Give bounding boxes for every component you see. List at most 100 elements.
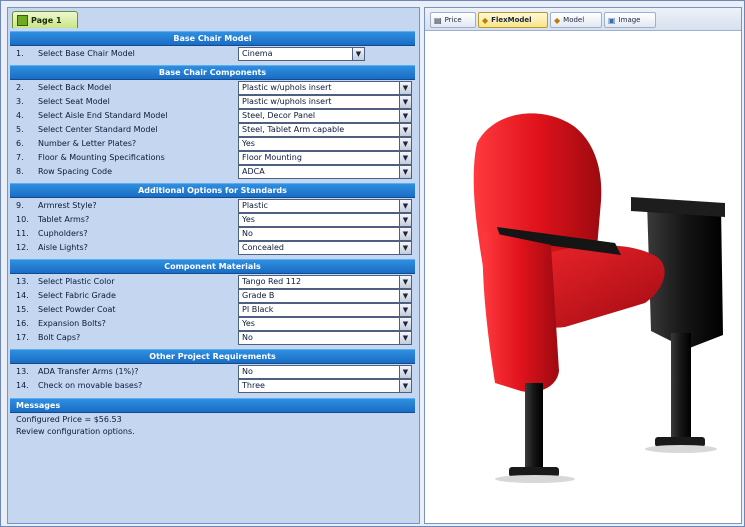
form-row: 13. ADA Transfer Arms (1%)? No ▼ xyxy=(16,365,414,379)
price-icon: ▤ xyxy=(434,15,442,25)
form-row: 14. Check on movable bases? Three ▼ xyxy=(16,379,414,393)
chevron-down-icon[interactable]: ▼ xyxy=(399,242,411,254)
base-chair-model-select[interactable]: Cinema ▼ xyxy=(238,47,365,61)
tablet-arms-select[interactable]: Yes ▼ xyxy=(238,213,412,227)
chevron-down-icon[interactable]: ▼ xyxy=(399,290,411,302)
row-number: 13. xyxy=(16,277,29,286)
review-message: Review configuration options. xyxy=(16,427,135,436)
form-row: 11. Cupholders? No ▼ xyxy=(16,227,414,241)
form-row: 1. Select Base Chair Model Cinema ▼ xyxy=(16,47,414,61)
tab-price[interactable]: ▤ Price xyxy=(430,12,476,28)
row-label: Select Center Standard Model xyxy=(38,125,158,134)
tab-model-label: Model xyxy=(563,16,585,24)
tab-page-1[interactable]: Page 1 xyxy=(12,11,78,28)
chevron-down-icon[interactable]: ▼ xyxy=(399,96,411,108)
select-value: ADCA xyxy=(242,167,265,176)
select-value: Floor Mounting xyxy=(242,153,302,162)
number-letter-plates-select[interactable]: Yes ▼ xyxy=(238,137,412,151)
chevron-down-icon[interactable]: ▼ xyxy=(399,110,411,122)
chevron-down-icon[interactable]: ▼ xyxy=(399,124,411,136)
armrest-style-select[interactable]: Plastic ▼ xyxy=(238,199,412,213)
seat-model-select[interactable]: Plastic w/uphols insert ▼ xyxy=(238,95,412,109)
fabric-grade-select[interactable]: Grade B ▼ xyxy=(238,289,412,303)
row-label: Select Powder Coat xyxy=(38,305,116,314)
center-standard-select[interactable]: Steel, Tablet Arm capable ▼ xyxy=(238,123,412,137)
model-icon: ◆ xyxy=(554,15,561,25)
page-tab-bar: Page 1 xyxy=(8,8,419,30)
back-model-select[interactable]: Plastic w/uphols insert ▼ xyxy=(238,81,412,95)
chevron-down-icon[interactable]: ▼ xyxy=(399,332,411,344)
form-row: 6. Number & Letter Plates? Yes ▼ xyxy=(16,137,414,151)
form-row: 3. Select Seat Model Plastic w/uphols in… xyxy=(16,95,414,109)
aisle-lights-select[interactable]: Concealed ▼ xyxy=(238,241,412,255)
row-number: 15. xyxy=(16,305,29,314)
plastic-color-select[interactable]: Tango Red 112 ▼ xyxy=(238,275,412,289)
row-number: 10. xyxy=(16,215,29,224)
section-base-chair-components: Base Chair Components xyxy=(10,65,415,80)
bolt-caps-select[interactable]: No ▼ xyxy=(238,331,412,345)
floor-mounting-select[interactable]: Floor Mounting ▼ xyxy=(238,151,412,165)
row-label: Cupholders? xyxy=(38,229,88,238)
chair-model-viewer[interactable] xyxy=(425,31,741,523)
cupholders-select[interactable]: No ▼ xyxy=(238,227,412,241)
row-label: Select Seat Model xyxy=(38,97,110,106)
configurator-panel: Page 1 Base Chair Model 1. Select Base C… xyxy=(7,7,420,524)
row-label: Select Plastic Color xyxy=(38,277,115,286)
select-value: Cinema xyxy=(242,49,273,58)
tab-flexmodel[interactable]: ◆ FlexModel xyxy=(478,12,548,28)
form-row: 4. Select Aisle End Standard Model Steel… xyxy=(16,109,414,123)
row-label: Row Spacing Code xyxy=(38,167,113,176)
form-row: 15. Select Powder Coat PI Black ▼ xyxy=(16,303,414,317)
chevron-down-icon[interactable]: ▼ xyxy=(399,304,411,316)
select-value: Plastic xyxy=(242,201,268,210)
row-number: 11. xyxy=(16,229,29,238)
section-messages: Messages xyxy=(10,398,415,413)
row-number: 16. xyxy=(16,319,29,328)
tab-model[interactable]: ◆ Model xyxy=(550,12,602,28)
chevron-down-icon[interactable]: ▼ xyxy=(399,200,411,212)
image-icon: ▣ xyxy=(608,15,616,25)
tab-image[interactable]: ▣ Image xyxy=(604,12,656,28)
expansion-bolts-select[interactable]: Yes ▼ xyxy=(238,317,412,331)
form-row: 2. Select Back Model Plastic w/uphols in… xyxy=(16,81,414,95)
chevron-down-icon[interactable]: ▼ xyxy=(399,318,411,330)
row-number: 12. xyxy=(16,243,29,252)
viewer-panel: ▤ Price ◆ FlexModel ◆ Model ▣ Image xyxy=(424,7,742,524)
viewer-tab-bar: ▤ Price ◆ FlexModel ◆ Model ▣ Image xyxy=(425,8,741,31)
page-icon xyxy=(17,14,28,26)
section-additional-options: Additional Options for Standards xyxy=(10,183,415,198)
form-row: 7. Floor & Mounting Specifications Floor… xyxy=(16,151,414,165)
movable-bases-select[interactable]: Three ▼ xyxy=(238,379,412,393)
chevron-down-icon[interactable]: ▼ xyxy=(399,82,411,94)
row-number: 17. xyxy=(16,333,29,342)
select-value: Steel, Tablet Arm capable xyxy=(242,125,345,134)
chevron-down-icon[interactable]: ▼ xyxy=(399,366,411,378)
ada-transfer-arms-select[interactable]: No ▼ xyxy=(238,365,412,379)
row-number: 14. xyxy=(16,291,29,300)
section-component-materials: Component Materials xyxy=(10,259,415,274)
select-value: Concealed xyxy=(242,243,284,252)
chevron-down-icon[interactable]: ▼ xyxy=(399,380,411,392)
row-label: Number & Letter Plates? xyxy=(38,139,137,148)
chevron-down-icon[interactable]: ▼ xyxy=(399,228,411,240)
chevron-down-icon[interactable]: ▼ xyxy=(399,166,411,178)
chevron-down-icon[interactable]: ▼ xyxy=(399,276,411,288)
chevron-down-icon[interactable]: ▼ xyxy=(352,48,364,60)
select-value: Three xyxy=(242,381,265,390)
tab-flexmodel-label: FlexModel xyxy=(491,16,532,24)
chevron-down-icon[interactable]: ▼ xyxy=(399,214,411,226)
chevron-down-icon[interactable]: ▼ xyxy=(399,152,411,164)
chevron-down-icon[interactable]: ▼ xyxy=(399,138,411,150)
row-label: Floor & Mounting Specifications xyxy=(38,153,165,162)
select-value: Yes xyxy=(242,319,255,328)
powder-coat-select[interactable]: PI Black ▼ xyxy=(238,303,412,317)
row-number: 7. xyxy=(16,153,24,162)
row-label: Select Back Model xyxy=(38,83,112,92)
form-row: 10. Tablet Arms? Yes ▼ xyxy=(16,213,414,227)
configured-price-message: Configured Price = $56.53 xyxy=(16,415,122,424)
row-label: Select Aisle End Standard Model xyxy=(38,111,168,120)
form-row: 14. Select Fabric Grade Grade B ▼ xyxy=(16,289,414,303)
row-spacing-select[interactable]: ADCA ▼ xyxy=(238,165,412,179)
aisle-end-standard-select[interactable]: Steel, Decor Panel ▼ xyxy=(238,109,412,123)
tab-image-label: Image xyxy=(618,16,641,24)
